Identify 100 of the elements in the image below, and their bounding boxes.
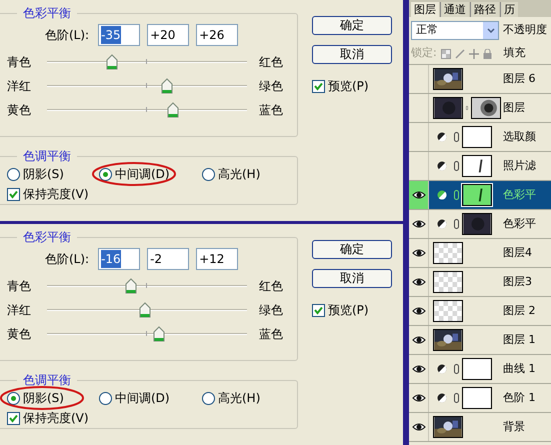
checkbox[interactable] bbox=[312, 304, 325, 316]
layer-name: 色彩平 bbox=[503, 186, 536, 203]
slider-thumb[interactable] bbox=[139, 302, 151, 318]
eye-icon bbox=[412, 190, 426, 200]
layer-row[interactable]: 图层3 bbox=[409, 268, 551, 297]
panel-tab[interactable]: 图层 bbox=[411, 2, 439, 17]
move-icon bbox=[468, 48, 479, 58]
slider-thumb[interactable] bbox=[125, 278, 137, 294]
eye-icon bbox=[412, 393, 426, 403]
layer-name: 背景 bbox=[503, 418, 525, 435]
slider-left-label: 洋红 bbox=[7, 78, 32, 95]
mask-thumbnail bbox=[462, 184, 492, 206]
level-field[interactable]: -35 bbox=[98, 24, 140, 46]
slider-left-label: 黄色 bbox=[7, 326, 32, 343]
layer-row[interactable]: 图层 bbox=[409, 94, 551, 123]
layer-row[interactable]: 背景 bbox=[409, 413, 551, 442]
layer-thumbnail bbox=[433, 300, 463, 322]
checkbox-label: 预览(P) bbox=[328, 78, 369, 95]
dialog-button[interactable]: 取消 bbox=[312, 45, 392, 64]
mask-thumbnail bbox=[462, 358, 492, 380]
dialog-button[interactable]: 确定 bbox=[312, 16, 392, 35]
group-title: 色彩平衡 bbox=[22, 5, 72, 22]
layer-name: 图层3 bbox=[503, 274, 532, 290]
blend-mode-select[interactable]: 正常 bbox=[411, 20, 499, 40]
group-title: 色调平衡 bbox=[22, 148, 72, 165]
adjustment-icon bbox=[437, 364, 447, 374]
adjustment-icon bbox=[437, 219, 447, 229]
mask-thumbnail bbox=[471, 97, 501, 119]
layer-row[interactable]: 图层 2 bbox=[409, 297, 551, 326]
mask-thumbnail bbox=[462, 155, 492, 177]
layer-row[interactable]: 图层 1 bbox=[409, 326, 551, 355]
layer-name: 色彩平 bbox=[503, 216, 536, 232]
slider-thumb[interactable] bbox=[106, 54, 118, 70]
dialog-button[interactable]: 确定 bbox=[312, 240, 392, 259]
checkbox[interactable] bbox=[7, 412, 20, 424]
layer-row[interactable]: 色彩平 bbox=[409, 210, 551, 239]
slider-left-label: 黄色 bbox=[7, 102, 32, 119]
lock-transparency-icon bbox=[440, 48, 451, 58]
layer-name: 选取颜 bbox=[503, 128, 536, 145]
panel-tab[interactable]: 通道 bbox=[440, 2, 469, 17]
level-field[interactable]: -2 bbox=[147, 248, 190, 270]
layer-name: 图层4 bbox=[503, 244, 532, 261]
layer-name: 曲线 1 bbox=[503, 360, 536, 377]
link-icon bbox=[454, 393, 459, 403]
layer-name: 图层 1 bbox=[503, 332, 536, 348]
slider-right-label: 红色 bbox=[259, 54, 283, 71]
slider-right-label: 绿色 bbox=[259, 302, 283, 319]
radio-option[interactable]: 阴影(S) bbox=[7, 165, 64, 183]
lock-icon bbox=[482, 48, 492, 58]
layer-row[interactable]: 色彩平 bbox=[409, 181, 551, 210]
slider-right-label: 蓝色 bbox=[259, 102, 283, 119]
layer-row[interactable]: 照片滤 bbox=[409, 152, 551, 181]
radio-option[interactable]: 高光(H) bbox=[202, 389, 260, 407]
eye-icon bbox=[412, 306, 426, 316]
adjustment-icon bbox=[437, 190, 447, 200]
mask-thumbnail bbox=[462, 126, 492, 148]
eye-icon bbox=[412, 364, 426, 374]
layer-thumbnail bbox=[433, 97, 463, 119]
slider-thumb[interactable] bbox=[167, 102, 179, 118]
layer-row[interactable]: 图层4 bbox=[409, 239, 551, 268]
levels-label: 色阶(L): bbox=[45, 27, 90, 44]
layer-row[interactable]: 曲线 1 bbox=[409, 355, 551, 384]
lock-label: 锁定: bbox=[411, 45, 437, 62]
panel-tab[interactable]: 历 bbox=[500, 2, 518, 17]
link-icon bbox=[454, 364, 459, 374]
slider-left-label: 青色 bbox=[7, 54, 32, 71]
eye-icon bbox=[412, 422, 426, 432]
level-field[interactable]: -16 bbox=[98, 248, 140, 270]
layer-row[interactable]: 选取颜 bbox=[409, 123, 551, 152]
slider-thumb[interactable] bbox=[153, 326, 165, 342]
checkbox[interactable] bbox=[312, 80, 325, 92]
link-icon bbox=[454, 161, 459, 171]
mask-thumbnail bbox=[462, 387, 492, 409]
checkbox[interactable] bbox=[7, 188, 20, 200]
panel-tab[interactable]: 路径 bbox=[470, 2, 499, 17]
level-field[interactable]: +26 bbox=[196, 24, 238, 46]
radio-option[interactable]: 中间调(D) bbox=[99, 389, 170, 407]
layer-name: 照片滤 bbox=[503, 158, 536, 174]
visibility-toggle[interactable] bbox=[409, 181, 429, 209]
link-icon bbox=[454, 190, 459, 200]
layer-row[interactable]: 色阶 1 bbox=[409, 384, 551, 413]
slider-right-label: 绿色 bbox=[259, 78, 283, 95]
layer-name: 图层 bbox=[503, 100, 525, 116]
link-icon bbox=[466, 103, 468, 113]
checkbox-label: 预览(P) bbox=[328, 302, 369, 319]
slider-thumb[interactable] bbox=[161, 78, 173, 94]
link-icon bbox=[454, 132, 459, 142]
level-field[interactable]: +12 bbox=[196, 248, 238, 270]
dialog-button[interactable]: 取消 bbox=[312, 269, 392, 288]
layer-thumbnail bbox=[462, 213, 492, 235]
adjustment-icon bbox=[437, 393, 447, 403]
level-field[interactable]: +20 bbox=[147, 24, 190, 46]
layer-row[interactable]: 图层 6 bbox=[409, 65, 551, 94]
radio-option[interactable]: 高光(H) bbox=[202, 165, 260, 183]
checkbox-label: 保持亮度(V) bbox=[23, 186, 89, 203]
layer-thumbnail bbox=[433, 271, 463, 293]
layer-name: 图层 2 bbox=[503, 302, 536, 319]
slider-right-label: 蓝色 bbox=[259, 326, 283, 343]
levels-label: 色阶(L): bbox=[45, 251, 90, 268]
group-title: 色调平衡 bbox=[22, 372, 72, 389]
